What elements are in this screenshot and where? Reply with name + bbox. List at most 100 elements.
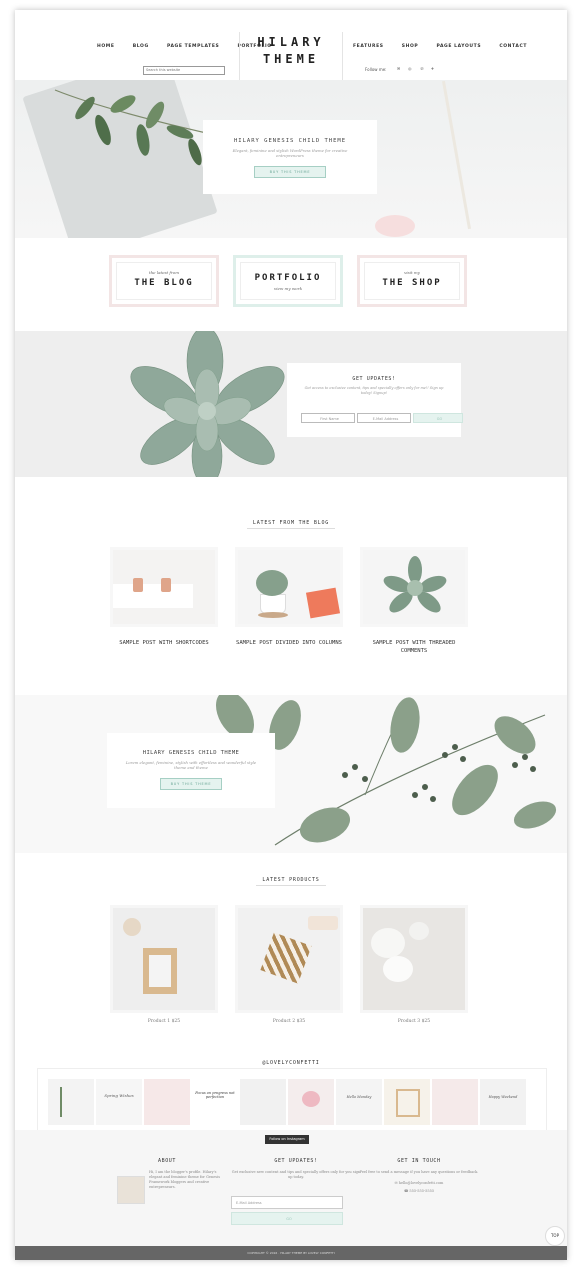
instagram-tile[interactable]: Focus on progress not perfection bbox=[192, 1079, 238, 1125]
nav-item-home[interactable]: HOME bbox=[97, 44, 115, 49]
post-thumbnail[interactable] bbox=[110, 547, 218, 627]
product-card[interactable]: Product 2 $35 bbox=[235, 905, 343, 1024]
follow-instagram-button[interactable]: Follow on Instagram bbox=[265, 1135, 309, 1144]
footer-updates-title: GET UPDATES! bbox=[274, 1158, 318, 1164]
newsletter-submit-button[interactable]: GO bbox=[413, 413, 463, 423]
logo-line-2: THEME bbox=[262, 52, 320, 66]
pot-decoration bbox=[260, 594, 286, 614]
site-logo[interactable]: HILARY THEME bbox=[241, 34, 341, 68]
search-input[interactable]: Search this website bbox=[143, 66, 225, 75]
footer-email-line[interactable]: ✉ hello@lovelyconfetti.com bbox=[359, 1181, 479, 1186]
box-decoration bbox=[305, 587, 340, 619]
instagram-tile[interactable] bbox=[384, 1079, 430, 1125]
instagram-tile[interactable] bbox=[48, 1079, 94, 1125]
avatar bbox=[117, 1176, 145, 1204]
flower-decoration bbox=[383, 956, 413, 982]
blog-post-card[interactable]: SAMPLE POST WITH THREADED COMMENTS bbox=[360, 547, 468, 655]
blog-heading-text: LATEST FROM THE BLOG bbox=[246, 518, 336, 529]
products-heading: LATEST PRODUCTS bbox=[15, 875, 567, 886]
instagram-heading: @LOVELYCONFETTI bbox=[15, 1058, 567, 1069]
buy-theme-button[interactable]: BUY THIS THEME bbox=[159, 778, 223, 790]
category-box-portfolio[interactable]: PORTFOLIO view my work bbox=[233, 255, 343, 307]
nav-item-page-templates[interactable]: PAGE TEMPLATES bbox=[167, 44, 219, 49]
pinterest-icon[interactable]: ℗ bbox=[420, 66, 424, 71]
category-box-blog[interactable]: the latest from THE BLOG bbox=[109, 255, 219, 307]
newsletter-title: GET UPDATES! bbox=[352, 376, 396, 382]
newsletter-card: GET UPDATES! Get access to exclusive con… bbox=[287, 363, 463, 437]
category-title: THE BLOG bbox=[134, 278, 194, 288]
nav-item-features[interactable]: FEATURES bbox=[353, 44, 384, 49]
contact-email[interactable]: hello@lovelyconfetti.com bbox=[399, 1181, 444, 1185]
category-small-text: the latest from bbox=[149, 270, 179, 275]
flower-decoration bbox=[371, 928, 405, 958]
footer-updates-text: Get exclusive new content and tips and s… bbox=[231, 1170, 361, 1179]
hero-banner: HILARY GENESIS CHILD THEME Elegant, femi… bbox=[15, 80, 567, 238]
nav-item-blog[interactable]: BLOG bbox=[133, 44, 149, 49]
footer-contact: GET IN TOUCH Feel free to send a message… bbox=[359, 1158, 479, 1194]
blog-heading: LATEST FROM THE BLOG bbox=[15, 518, 567, 529]
twitter-icon[interactable]: ✈ bbox=[431, 66, 434, 71]
category-inner: the latest from THE BLOG bbox=[116, 262, 212, 300]
footer-about-text: Hi, I am the blogger's profile. Hilary's… bbox=[149, 1170, 220, 1189]
first-name-field[interactable]: First Name bbox=[301, 413, 355, 423]
product-name[interactable]: Product 3 $25 bbox=[360, 1019, 468, 1024]
category-box-shop[interactable]: visit my THE SHOP bbox=[357, 255, 467, 307]
product-card[interactable]: Product 1 $25 bbox=[110, 905, 218, 1024]
blog-post-card[interactable]: SAMPLE POST WITH SHORTCODES bbox=[110, 547, 218, 647]
post-title[interactable]: SAMPLE POST DIVIDED INTO COLUMNS bbox=[235, 639, 343, 647]
page-frame: HOME BLOG PAGE TEMPLATES PORTFOLIO HILAR… bbox=[15, 10, 567, 1260]
pen-decoration bbox=[441, 80, 472, 230]
footer-contact-title: GET IN TOUCH bbox=[397, 1158, 441, 1164]
hero-subtitle: Elegant, feminine and stylish WordPress … bbox=[232, 148, 348, 158]
instagram-tile[interactable]: Spring Wishes bbox=[96, 1079, 142, 1125]
instagram-tile[interactable] bbox=[432, 1079, 478, 1125]
contact-phone[interactable]: 555-555-5555 bbox=[409, 1189, 434, 1193]
newsletter-text: Get access to exclusive content, tips an… bbox=[304, 386, 444, 395]
site-header: HOME BLOG PAGE TEMPLATES PORTFOLIO HILAR… bbox=[15, 10, 567, 82]
email-field[interactable]: E-Mail Address bbox=[357, 413, 411, 423]
footer-contact-text: Feel free to send a message if you have … bbox=[359, 1170, 479, 1174]
paper-decoration bbox=[113, 584, 193, 608]
nav-item-contact[interactable]: CONTACT bbox=[499, 44, 527, 49]
instagram-tile[interactable] bbox=[288, 1079, 334, 1125]
products-heading-text: LATEST PRODUCTS bbox=[256, 875, 326, 886]
plant-decoration bbox=[256, 570, 288, 596]
post-thumbnail[interactable] bbox=[360, 547, 468, 627]
frame-inner-decoration bbox=[149, 955, 171, 987]
product-card[interactable]: Product 3 $25 bbox=[360, 905, 468, 1024]
footer-submit-button[interactable]: GO bbox=[231, 1212, 343, 1225]
product-name[interactable]: Product 1 $25 bbox=[110, 1019, 218, 1024]
header-divider bbox=[239, 32, 240, 80]
footer-phone-line[interactable]: ☎ 555-555-5555 bbox=[359, 1189, 479, 1194]
product-image[interactable] bbox=[110, 905, 218, 1013]
clip-decoration bbox=[161, 578, 171, 592]
footer-email-field[interactable]: E-Mail Address bbox=[231, 1196, 343, 1209]
back-to-top-button[interactable]: TOP bbox=[545, 1226, 565, 1246]
post-title[interactable]: SAMPLE POST WITH SHORTCODES bbox=[110, 639, 218, 647]
buy-theme-button[interactable]: BUY THIS THEME bbox=[254, 166, 326, 178]
post-title[interactable]: SAMPLE POST WITH THREADED COMMENTS bbox=[360, 639, 468, 655]
leaf-decoration bbox=[60, 1087, 72, 1117]
hero-card: HILARY GENESIS CHILD THEME Elegant, femi… bbox=[203, 120, 377, 194]
flower-decoration bbox=[123, 918, 141, 936]
instagram-tile[interactable] bbox=[240, 1079, 286, 1125]
primary-nav-right: FEATURES SHOP PAGE LAYOUTS CONTACT bbox=[353, 44, 543, 49]
promo-text: Lorem elegant, feminine, stylish with ef… bbox=[125, 760, 257, 770]
follow-label: Follow me: bbox=[365, 67, 387, 72]
blog-post-card[interactable]: SAMPLE POST DIVIDED INTO COLUMNS bbox=[235, 547, 343, 647]
category-inner: visit my THE SHOP bbox=[364, 262, 460, 300]
nav-item-page-layouts[interactable]: PAGE LAYOUTS bbox=[436, 44, 481, 49]
instagram-icon[interactable]: ◎ bbox=[408, 66, 412, 71]
product-name[interactable]: Product 2 $35 bbox=[235, 1019, 343, 1024]
post-thumbnail[interactable] bbox=[235, 547, 343, 627]
product-image[interactable] bbox=[360, 905, 468, 1013]
instagram-tile[interactable] bbox=[144, 1079, 190, 1125]
succulent-thumb bbox=[383, 556, 447, 613]
product-image[interactable] bbox=[235, 905, 343, 1013]
instagram-tile[interactable]: Happy Weekend bbox=[480, 1079, 526, 1125]
category-small-text: view my work bbox=[273, 286, 303, 291]
box-decoration bbox=[308, 916, 338, 930]
nav-item-shop[interactable]: SHOP bbox=[402, 44, 419, 49]
email-icon[interactable]: ✉ bbox=[397, 66, 400, 71]
instagram-tile[interactable]: Hello Monday bbox=[336, 1079, 382, 1125]
